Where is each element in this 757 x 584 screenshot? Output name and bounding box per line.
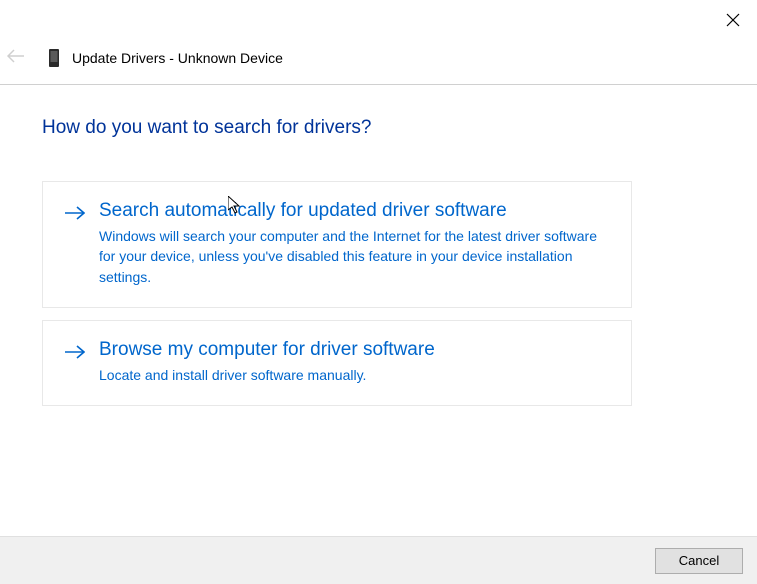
option-text-wrap: Browse my computer for driver software L… [99,339,609,385]
dialog-content: How do you want to search for drivers? S… [0,85,757,406]
option-browse-computer[interactable]: Browse my computer for driver software L… [42,320,632,406]
arrow-right-icon [65,206,85,220]
dialog-footer: Cancel [0,536,757,584]
cancel-button[interactable]: Cancel [655,548,743,574]
close-button[interactable] [721,10,745,34]
option-description: Locate and install driver software manua… [99,365,609,385]
device-icon [46,47,62,69]
option-title: Search automatically for updated driver … [99,200,609,222]
arrow-right-icon [65,345,85,359]
option-title: Browse my computer for driver software [99,339,609,361]
option-search-automatically[interactable]: Search automatically for updated driver … [42,181,632,308]
dialog-title: Update Drivers - Unknown Device [72,50,283,66]
option-text-wrap: Search automatically for updated driver … [99,200,609,287]
back-arrow-icon [7,47,25,70]
page-heading: How do you want to search for drivers? [42,117,715,139]
dialog-header: Update Drivers - Unknown Device [0,0,757,85]
close-icon [726,13,740,32]
back-button [2,44,30,72]
option-description: Windows will search your computer and th… [99,226,609,287]
